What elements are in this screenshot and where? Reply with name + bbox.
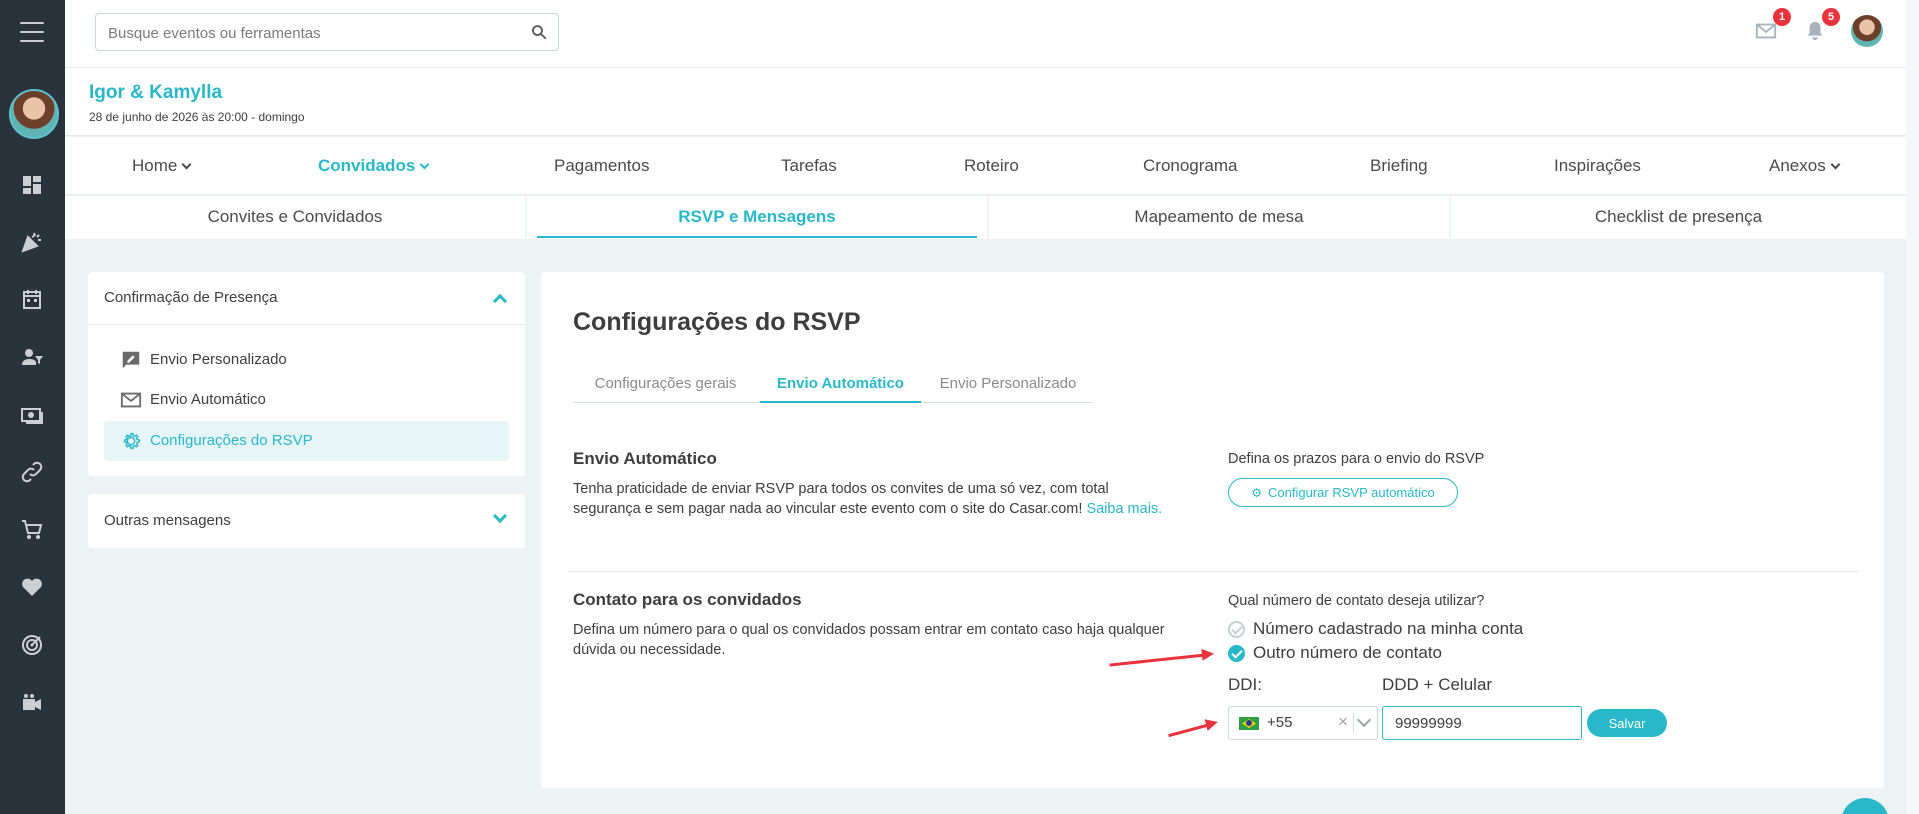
sidebar-item-envio-automatico[interactable]: Envio Automático	[104, 380, 509, 420]
scrollbar[interactable]	[1906, 0, 1919, 814]
top-bar: 1 5	[65, 0, 1906, 68]
subtab-checklist[interactable]: Checklist de presença	[1451, 196, 1906, 239]
nav-pagamentos[interactable]: Pagamentos	[554, 156, 649, 176]
notifications-button[interactable]: 5	[1804, 8, 1840, 44]
ddi-value: +55	[1267, 714, 1293, 731]
left-rail	[0, 0, 65, 814]
sidebar-item-configuracoes-rsvp[interactable]: Configurações do RSVP	[104, 421, 509, 461]
gear-icon	[120, 430, 142, 452]
sidebar-panel-outras[interactable]: Outras mensagens	[88, 494, 525, 548]
link-icon[interactable]	[20, 460, 44, 484]
chevron-down-icon[interactable]	[1356, 712, 1372, 728]
phone-label: DDD + Celular	[1382, 675, 1493, 694]
auto-heading: Envio Automático	[573, 449, 717, 468]
money-icon[interactable]	[20, 403, 44, 427]
brazil-flag-icon	[1239, 717, 1259, 730]
saiba-mais-link[interactable]: Saiba mais.	[1086, 501, 1162, 517]
event-header: Igor & Kamylla 28 de junho de 2026 às 20…	[65, 68, 1906, 136]
nav-cronograma[interactable]: Cronograma	[1143, 156, 1238, 176]
mail-button[interactable]: 1	[1755, 8, 1791, 44]
video-icon[interactable]	[20, 691, 44, 715]
page-title: Configurações do RSVP	[573, 308, 861, 336]
mail-badge: 1	[1773, 8, 1791, 26]
search-box	[95, 13, 559, 51]
panel-title: Outras mensagens	[104, 512, 231, 529]
radio-checked[interactable]	[1228, 645, 1245, 662]
tab-envio-automatico[interactable]: Envio Automático	[760, 372, 921, 403]
subtab-mapeamento[interactable]: Mapeamento de mesa	[989, 196, 1449, 239]
heart-icon[interactable]	[20, 575, 44, 599]
nav-briefing[interactable]: Briefing	[1370, 156, 1428, 176]
nav-inspiracoes[interactable]: Inspirações	[1554, 156, 1641, 176]
bell-badge: 5	[1822, 8, 1840, 26]
chat-icon[interactable]	[1841, 798, 1889, 814]
subtab-convites[interactable]: Convites e Convidados	[65, 196, 525, 239]
ddi-label: DDI:	[1228, 675, 1262, 694]
nav-tarefas[interactable]: Tarefas	[781, 156, 837, 176]
chevron-up-icon[interactable]	[492, 293, 508, 309]
nav-anexos[interactable]: Anexos	[1769, 156, 1841, 176]
auto-description: Tenha praticidade de enviar RSVP para to…	[573, 481, 1163, 517]
chevron-down-icon[interactable]	[492, 508, 508, 524]
ddi-select[interactable]: +55 ×	[1228, 706, 1378, 740]
mail-icon	[120, 389, 142, 411]
sidebar-panel-confirmacao: Confirmação de Presença Envio Personaliz…	[88, 272, 525, 476]
contact-heading: Contato para os convidados	[573, 590, 802, 609]
cart-icon[interactable]	[20, 518, 44, 542]
nav-home[interactable]: Home	[132, 156, 192, 176]
contact-question: Qual número de contato deseja utilizar?	[1228, 593, 1485, 609]
gear-icon: ⚙	[1251, 486, 1263, 500]
menu-icon[interactable]	[20, 22, 44, 42]
contact-description: Defina um número para o qual os convidad…	[573, 622, 1165, 658]
target-icon[interactable]	[20, 633, 44, 657]
avatar[interactable]	[9, 89, 59, 139]
chevron-down-icon	[419, 159, 430, 170]
annotation-arrow	[1168, 722, 1215, 738]
party-icon[interactable]	[20, 230, 44, 254]
calendar-icon[interactable]	[20, 287, 44, 311]
divider	[88, 324, 525, 325]
search-input[interactable]	[108, 22, 508, 44]
chevron-down-icon	[1830, 159, 1841, 170]
search-icon[interactable]	[530, 23, 548, 41]
event-date: 28 de junho de 2026 às 20:00 - domingo	[89, 110, 305, 124]
dashboard-icon[interactable]	[20, 173, 44, 197]
settings-tabs: Configurações gerais Envio Automático En…	[573, 372, 1093, 403]
mail-icon	[1755, 23, 1777, 39]
guest-filter-icon[interactable]	[20, 345, 44, 369]
bell-icon	[1807, 21, 1823, 41]
subtab-rsvp[interactable]: RSVP e Mensagens	[527, 196, 987, 239]
panel-title: Confirmação de Presença	[104, 289, 278, 306]
chat-edit-icon	[120, 349, 142, 371]
deadline-label: Defina os prazos para o envio do RSVP	[1228, 451, 1485, 467]
chevron-down-icon	[181, 159, 192, 170]
tab-envio-personalizado[interactable]: Envio Personalizado	[923, 372, 1093, 403]
nav-roteiro[interactable]: Roteiro	[964, 156, 1019, 176]
sidebar-item-envio-personalizado[interactable]: Envio Personalizado	[104, 340, 509, 380]
divider	[568, 571, 1858, 572]
configure-auto-rsvp-button[interactable]: ⚙ Configurar RSVP automático	[1228, 478, 1458, 507]
save-button[interactable]: Salvar	[1587, 709, 1667, 737]
phone-input[interactable]	[1382, 706, 1582, 740]
separator	[1353, 713, 1354, 733]
main-nav: Home Convidados Pagamentos Tarefas Rotei…	[65, 137, 1906, 195]
nav-convidados[interactable]: Convidados	[318, 156, 430, 176]
event-name: Igor & Kamylla	[89, 82, 223, 103]
radio-unchecked[interactable]	[1228, 621, 1245, 638]
clear-icon[interactable]: ×	[1338, 712, 1348, 732]
sub-nav: Convites e Convidados RSVP e Mensagens M…	[65, 196, 1906, 239]
rsvp-settings-card: Configurações do RSVP Configurações gera…	[541, 272, 1884, 788]
tab-configuracoes-gerais[interactable]: Configurações gerais	[573, 372, 758, 403]
user-avatar[interactable]	[1851, 15, 1883, 47]
